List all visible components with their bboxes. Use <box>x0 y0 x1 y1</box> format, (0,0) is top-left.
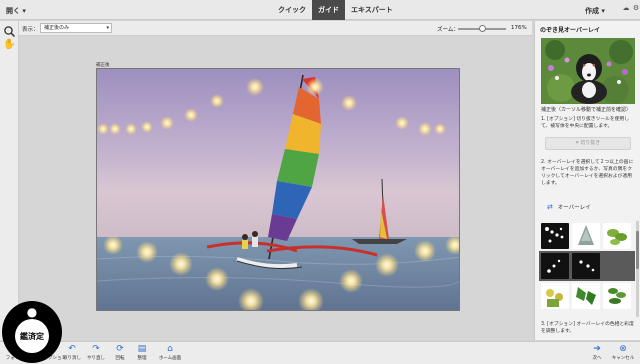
guided-panel: のぞき見オーバーレイ 補正後（カーソル移動で補正前を確認） 1. [オプション]… <box>534 21 640 340</box>
home-icon: ⌂ <box>167 344 173 354</box>
overlay-label: オーバーレイ <box>557 205 591 211</box>
overlay-thumb-leaves[interactable] <box>603 223 631 249</box>
overlay-section-header: ⇄ オーバーレイ <box>547 203 591 211</box>
view-select[interactable]: 補正後のみ ▾ <box>40 23 112 33</box>
chevron-down-icon: ▾ <box>106 25 109 31</box>
organize-icon: ▤ <box>137 344 147 354</box>
overlay-thumb-sparkle-line[interactable] <box>541 253 569 279</box>
panel-title: のぞき見オーバーレイ <box>540 27 600 34</box>
cancel-icon: ⊗ <box>619 344 627 354</box>
cancel-button[interactable]: ⊗ キャンセル <box>608 344 638 361</box>
overlay-grid <box>539 221 635 311</box>
zoom-value: 176% <box>511 25 527 31</box>
step-1-text: 1. [オプション] 切り抜きツールを使用して、被写体を中央に配置します。 <box>541 117 630 129</box>
top-icons: ☁ ⚙ <box>622 4 640 14</box>
step-3-text: 3. [オプション] オーバーレイの色相と彩度を調整します。 <box>541 322 634 334</box>
hand-tool-icon[interactable]: ✋ <box>3 38 16 51</box>
overlay-thumb-foliage[interactable] <box>603 283 631 309</box>
view-select-value: 補正後のみ <box>44 25 70 31</box>
overlay-scrollbar[interactable] <box>636 221 639 317</box>
overlay-arrows-icon: ⇄ <box>547 203 553 211</box>
overlay-row <box>539 251 635 281</box>
tab-expert[interactable]: エキスパート <box>345 0 399 20</box>
apple-logo-icon: ● <box>26 305 38 319</box>
main-photo[interactable] <box>96 68 460 311</box>
options-bar: 表示： 補正後のみ ▾ ズーム： 176% <box>0 21 532 36</box>
settings-icon[interactable]: ⚙ <box>632 4 640 14</box>
open-button[interactable]: 開く ▾ <box>6 6 26 16</box>
overlay-thumb-flowers[interactable] <box>541 283 569 309</box>
step-2-text: 2. オーバーレイを選択して２つ以上の画にオーバーレイを追加するか、写真の隅をク… <box>541 160 634 186</box>
top-mode-bar: 開く ▾ クイック ガイド エキスパート 作成 ▾ ☁ ⚙ <box>0 0 640 20</box>
left-toolbar: ✋ <box>0 21 19 340</box>
zoom-tool-icon[interactable] <box>3 25 16 38</box>
scrollbar-thumb[interactable] <box>636 231 639 269</box>
create-button[interactable]: 作成 ▾ <box>585 6 605 16</box>
bottom-bar: ▦ フォトビン ☰ ツールオプション ↶ 取り消し ↷ やり直し ⟳ 回転 ▤ … <box>0 341 640 364</box>
overlay-thumb-empty <box>603 253 631 279</box>
overlay-thumb-sparkle-dots[interactable] <box>572 253 600 279</box>
zoom-slider-thumb[interactable] <box>479 25 486 32</box>
organize-button[interactable]: ▤ 整理 <box>127 344 157 361</box>
crop-icon: ⌗ <box>575 140 579 146</box>
badge-text: 鑑済定 <box>15 319 49 353</box>
view-label: 表示： <box>22 27 39 33</box>
zoom-label: ズーム： <box>437 27 459 33</box>
overlay-thumb-ivy[interactable] <box>572 283 600 309</box>
tab-quick[interactable]: クイック <box>272 0 312 20</box>
preview-thumbnail <box>541 38 635 104</box>
watermark-badge: ● 鑑済定 <box>2 301 62 363</box>
cloud-upload-icon[interactable]: ☁ <box>622 4 630 14</box>
crop-button[interactable]: ⌗ 切り抜き <box>545 137 631 150</box>
preview-caption: 補正後（カーソル移動で補正前を確認） <box>541 107 632 113</box>
overlay-thumb-bokeh-dots[interactable] <box>541 223 569 249</box>
mode-tabs: クイック ガイド エキスパート <box>272 0 399 20</box>
crop-button-label: 切り抜き <box>580 140 601 146</box>
overlay-row <box>539 281 635 311</box>
overlay-row <box>539 221 635 251</box>
tab-guided[interactable]: ガイド <box>312 0 345 20</box>
home-screen-button[interactable]: ⌂ ホーム画面 <box>155 344 185 361</box>
overlay-thumb-pine[interactable] <box>572 223 600 249</box>
